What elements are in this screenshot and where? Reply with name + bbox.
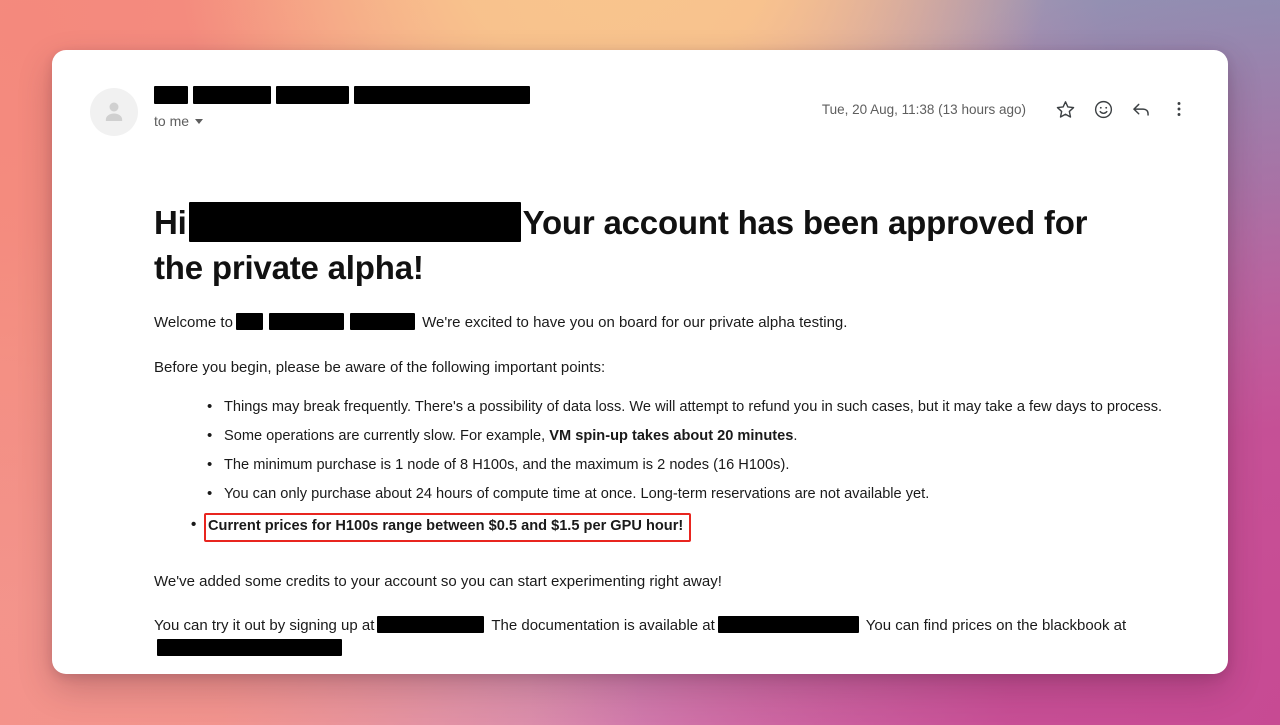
list-item-highlighted: Current prices for H100s range between $…	[191, 512, 692, 542]
redaction-bar	[157, 638, 342, 656]
links-part3: You can find prices on the blackbook at	[865, 617, 1127, 635]
redaction-bar	[188, 202, 521, 242]
more-options-icon	[1169, 99, 1189, 119]
redaction-bar	[377, 616, 485, 634]
point-text-tail: .	[793, 428, 798, 445]
message-header: to me Tue, 20 Aug, 11:38 (13 hours ago)	[52, 50, 1228, 154]
list-item: The minimum purchase is 1 node of 8 H100…	[207, 454, 1188, 477]
credits-paragraph: We've added some credits to your account…	[154, 572, 722, 590]
links-part1: You can try it out by signing up at	[154, 617, 375, 635]
important-points-list: Things may break frequently. There's a p…	[154, 396, 1188, 548]
links-paragraph: You can try it out by signing up at The …	[154, 615, 1154, 660]
star-icon	[1055, 99, 1076, 120]
redaction-bar	[717, 616, 859, 634]
more-options-button[interactable]	[1160, 90, 1198, 128]
welcome-paragraph: Welcome to We're excited to have you on …	[154, 312, 1154, 335]
email-message-card: to me Tue, 20 Aug, 11:38 (13 hours ago)	[52, 50, 1228, 674]
avatar	[90, 88, 138, 136]
add-reaction-button[interactable]	[1084, 90, 1122, 128]
point-emphasis: VM spin-up takes about 20 minutes	[549, 428, 794, 445]
welcome-prefix: Welcome to	[154, 314, 233, 332]
page-title: Hi Your account has been approved for the…	[154, 200, 1114, 290]
point-text: Things may break frequently. There's a p…	[224, 399, 1163, 416]
redaction-bar	[235, 313, 263, 331]
sender-name-redacted	[154, 86, 535, 104]
star-button[interactable]	[1046, 90, 1084, 128]
reply-button[interactable]	[1122, 90, 1160, 128]
list-item: Some operations are currently slow. For …	[207, 425, 1188, 448]
point-text: Current prices for H100s range between $…	[208, 517, 684, 534]
recipient-dropdown[interactable]: to me	[154, 113, 204, 129]
reply-icon	[1130, 98, 1152, 120]
list-item: Things may break frequently. There's a p…	[207, 396, 1188, 419]
headline-prefix: Hi	[154, 204, 187, 241]
redaction-bar	[268, 313, 344, 331]
list-item: You can only purchase about 24 hours of …	[207, 483, 1188, 506]
sender-block: to me	[154, 86, 535, 129]
person-avatar-icon	[99, 97, 129, 127]
redaction-bar	[354, 86, 530, 104]
message-timestamp: Tue, 20 Aug, 11:38 (13 hours ago)	[821, 101, 1026, 117]
emoji-icon	[1093, 99, 1114, 120]
header-actions: Tue, 20 Aug, 11:38 (13 hours ago)	[822, 90, 1198, 128]
intro-paragraph: Before you begin, please be aware of the…	[154, 358, 606, 376]
redaction-bar	[154, 86, 188, 104]
recipient-label: to me	[154, 113, 190, 129]
point-text: The minimum purchase is 1 node of 8 H100…	[224, 457, 790, 474]
redaction-bar	[193, 86, 271, 104]
redaction-bar	[276, 86, 349, 104]
links-part2: The documentation is available at	[491, 617, 715, 635]
chevron-down-icon	[195, 118, 204, 124]
welcome-suffix: We're excited to have you on board for o…	[422, 314, 848, 332]
message-body: Hi Your account has been approved for the…	[154, 200, 1188, 674]
point-text: You can only purchase about 24 hours of …	[224, 486, 930, 503]
point-text: Some operations are currently slow. For …	[224, 428, 550, 445]
redaction-bar	[349, 313, 415, 331]
